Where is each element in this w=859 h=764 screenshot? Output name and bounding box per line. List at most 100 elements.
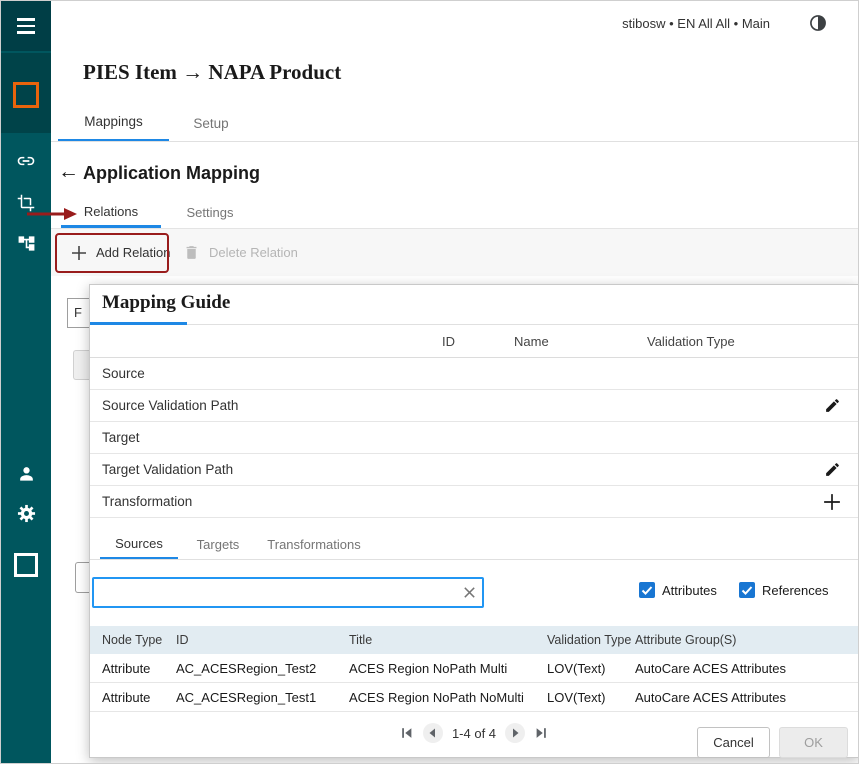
column-validation-type: Validation Type <box>547 633 632 647</box>
cell-id: AC_ACESRegion_Test1 <box>176 689 317 705</box>
column-attribute-groups: Attribute Group(S) <box>635 633 737 647</box>
pencil-icon <box>825 463 839 476</box>
hamburger-menu-button[interactable] <box>1 1 51 51</box>
box-fragment <box>75 562 89 593</box>
delete-relation-button[interactable]: Delete Relation <box>183 233 298 272</box>
sidebar-item-links[interactable] <box>1 141 51 181</box>
dialog-tab-transformations[interactable]: Transformations <box>258 529 370 560</box>
dialog-tab-sources-label: Sources <box>115 535 163 551</box>
mapping-row-label: Source Validation Path <box>102 398 239 413</box>
dialog-tab-targets[interactable]: Targets <box>188 529 248 560</box>
first-page-button[interactable] <box>400 726 414 740</box>
next-page-button[interactable] <box>504 722 526 744</box>
dialog-title-underline <box>90 322 187 325</box>
dialog-tab-transformations-label: Transformations <box>267 537 361 552</box>
mapping-row-transformation[interactable]: Transformation <box>90 486 858 518</box>
plus-icon <box>824 493 840 510</box>
edit-target-validation-path-button[interactable] <box>822 460 842 480</box>
mapping-row-label: Source <box>102 366 145 381</box>
column-id: ID <box>442 334 455 349</box>
sidebar-item-user[interactable] <box>1 453 51 493</box>
tab-mappings-label: Mappings <box>84 114 143 129</box>
results-table-header: Node Type ID Title Validation Type Attri… <box>90 626 858 654</box>
edit-source-validation-path-button[interactable] <box>822 396 842 416</box>
pagination-label: 1-4 of 4 <box>451 725 497 741</box>
tab-setup[interactable]: Setup <box>181 104 241 142</box>
add-relation-label: Add Relation <box>96 245 171 260</box>
mapping-row-label: Target <box>102 430 140 445</box>
column-title: Title <box>349 633 373 647</box>
plus-icon <box>72 245 86 260</box>
gear-icon <box>17 504 35 522</box>
dialog-title: Mapping Guide <box>102 292 231 313</box>
dialog-tab-targets-label: Targets <box>196 537 240 552</box>
table-row[interactable]: Attribute AC_ACESRegion_Test2 ACES Regio… <box>90 654 858 683</box>
sidebar-item-home[interactable] <box>1 73 51 117</box>
column-name: Name <box>514 334 549 349</box>
tab-settings[interactable]: Settings <box>179 197 241 228</box>
mapping-row-target[interactable]: Target <box>90 422 858 454</box>
tab-setup-label: Setup <box>193 115 229 131</box>
next-page-icon <box>505 723 526 743</box>
button-fragment <box>73 350 89 380</box>
pencil-icon <box>825 399 839 412</box>
first-page-icon <box>402 728 412 738</box>
clear-search-button[interactable] <box>456 585 482 600</box>
mapping-row-label: Transformation <box>102 494 193 509</box>
theme-toggle-button[interactable] <box>808 13 828 33</box>
cell-attribute-groups: AutoCare ACES Attributes <box>635 660 787 676</box>
mapping-row-source[interactable]: Source <box>90 358 858 390</box>
sidebar-item-workspace[interactable] <box>1 545 51 585</box>
cell-validation-type: LOV(Text) <box>547 689 606 705</box>
dialog-tabs-divider <box>90 559 858 560</box>
cell-title: ACES Region NoPath Multi <box>349 660 508 676</box>
context-selector[interactable]: stibosw • EN All All • Main <box>622 16 770 31</box>
trash-icon <box>186 246 197 259</box>
prev-page-icon <box>422 723 443 743</box>
checkbox-checked-icon <box>739 582 755 598</box>
attributes-filter[interactable]: Attributes <box>639 582 717 598</box>
filter-input-fragment: F <box>67 298 89 328</box>
tab-settings-label: Settings <box>186 205 234 220</box>
mapping-row-source-validation-path[interactable]: Source Validation Path <box>90 390 858 422</box>
references-filter[interactable]: References <box>739 582 828 598</box>
cell-node-type: Attribute <box>102 689 151 705</box>
add-relation-button[interactable]: Add Relation <box>61 233 180 272</box>
last-page-icon <box>536 728 546 738</box>
page-title: PIES Item → NAPA Product <box>83 60 342 84</box>
hierarchy-icon <box>18 235 34 251</box>
user-icon <box>19 466 33 481</box>
search-box <box>92 577 484 608</box>
mapping-guide-dialog: Mapping Guide ID Name Validation Type So… <box>89 284 858 758</box>
header-divider <box>51 141 858 142</box>
prev-page-button[interactable] <box>422 722 444 744</box>
last-page-button[interactable] <box>534 726 548 740</box>
dialog-tab-sources[interactable]: Sources <box>100 529 178 560</box>
app-window: stibosw • EN All All • Main PIES Item → … <box>0 0 859 764</box>
sidebar-item-hierarchy[interactable] <box>1 223 51 263</box>
ok-button[interactable]: OK <box>779 727 848 758</box>
sidebar-item-crop[interactable] <box>1 183 51 223</box>
cancel-button[interactable]: Cancel <box>697 727 770 758</box>
tab-mappings[interactable]: Mappings <box>58 104 169 142</box>
delete-relation-label: Delete Relation <box>209 245 298 260</box>
hamburger-icon <box>17 18 35 34</box>
back-button[interactable]: ← <box>58 160 79 184</box>
search-input[interactable] <box>94 585 456 600</box>
column-id: ID <box>176 633 189 647</box>
section-title: Application Mapping <box>83 163 260 183</box>
clear-icon <box>463 587 475 598</box>
sidebar-nav <box>1 1 51 763</box>
mapping-row-label: Target Validation Path <box>102 462 234 477</box>
cell-validation-type: LOV(Text) <box>547 660 606 676</box>
orange-square-icon <box>13 82 39 108</box>
checkbox-checked-icon <box>639 582 655 598</box>
mapping-row-target-validation-path[interactable]: Target Validation Path <box>90 454 858 486</box>
link-icon <box>17 156 35 166</box>
column-node-type: Node Type <box>102 633 163 647</box>
references-filter-label: References <box>762 582 829 598</box>
tab-relations[interactable]: Relations <box>61 197 161 228</box>
table-row[interactable]: Attribute AC_ACESRegion_Test1 ACES Regio… <box>90 683 858 712</box>
add-transformation-button[interactable] <box>822 492 842 512</box>
sidebar-item-settings[interactable] <box>1 493 51 533</box>
